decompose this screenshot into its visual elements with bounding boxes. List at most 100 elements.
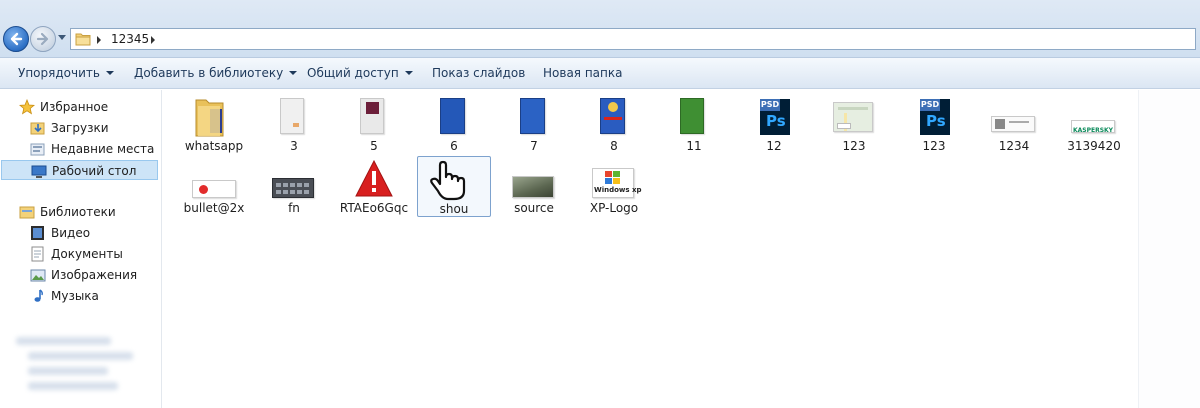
file-name: source <box>514 201 554 215</box>
file-item[interactable]: 6 <box>416 94 492 156</box>
add-to-library-menu[interactable]: Добавить в библиотеку <box>134 66 298 80</box>
psd-label: PSD <box>920 99 940 111</box>
sidebar-item-recent[interactable]: Недавние места <box>30 139 160 159</box>
sidebar-item-video[interactable]: Видео <box>30 223 160 243</box>
new-folder-button[interactable]: Новая папка <box>543 66 622 80</box>
file-item[interactable]: 5 <box>336 94 412 156</box>
video-icon <box>31 226 44 240</box>
file-item[interactable]: 1234 <box>976 94 1052 156</box>
file-name: 123 <box>842 139 866 153</box>
star-icon <box>19 99 35 115</box>
file-item[interactable]: 123 <box>816 94 892 156</box>
kaspersky-logo-text: KASPERSKY <box>1072 127 1114 134</box>
file-item[interactable]: source <box>496 156 572 218</box>
file-item[interactable]: 11 <box>656 94 732 156</box>
file-name: fn <box>288 201 300 215</box>
chevron-down-icon <box>289 71 298 75</box>
image-thumbnail-icon: KASPERSKY <box>1056 96 1132 138</box>
share-menu[interactable]: Общий доступ <box>307 66 413 80</box>
file-item[interactable]: 3 <box>256 94 332 156</box>
image-thumbnail-icon <box>336 96 412 138</box>
file-item[interactable]: RTAEo6Gqc <box>336 156 412 218</box>
image-thumbnail-icon <box>256 96 332 138</box>
map-thumbnail-icon <box>816 96 892 138</box>
sidebar-item-label: Избранное <box>40 100 109 114</box>
sidebar-item-label: Загрузки <box>51 121 109 135</box>
file-item[interactable]: 7 <box>496 94 572 156</box>
sidebar-item-music[interactable]: Музыка <box>30 286 160 306</box>
folder-icon <box>75 33 91 46</box>
navigation-pane: Избранное Загрузки Недавние места Рабочи… <box>0 90 162 408</box>
breadcrumb-separator-icon[interactable] <box>151 36 155 44</box>
warning-icon <box>355 159 393 197</box>
blurred-sidebar-items <box>16 330 146 406</box>
sidebar-item-downloads[interactable]: Загрузки <box>30 118 160 138</box>
sidebar-item-pictures[interactable]: Изображения <box>30 265 160 285</box>
arrow-left-icon <box>10 32 23 46</box>
address-bar-area: 12345 <box>0 0 1200 58</box>
sidebar-item-label: Видео <box>51 226 91 240</box>
image-thumbnail-icon <box>656 96 732 138</box>
hand-cursor-icon <box>430 160 466 201</box>
file-item[interactable]: PSD Ps 123 <box>896 94 972 156</box>
windows-xp-logo-icon: Windows xp <box>576 158 652 200</box>
file-item[interactable]: KASPERSKY 3139420 <box>1056 94 1132 156</box>
psd-file-icon: PSD Ps <box>736 96 812 138</box>
image-thumbnail-icon <box>496 96 572 138</box>
file-item[interactable]: shou <box>417 156 491 217</box>
file-name: XP-Logo <box>589 201 639 215</box>
keyboard-thumbnail-icon <box>256 158 332 200</box>
file-name: RTAEo6Gqc <box>339 201 409 215</box>
downloads-folder-icon <box>30 122 45 135</box>
file-name: whatsapp <box>184 139 244 153</box>
file-item[interactable]: 8 <box>576 94 652 156</box>
recent-pages-dropdown[interactable] <box>58 35 66 40</box>
breadcrumb-folder[interactable]: 12345 <box>111 32 149 46</box>
file-item[interactable]: fn <box>256 156 332 218</box>
file-name: 1234 <box>998 139 1030 153</box>
sidebar-item-label: Библиотеки <box>40 205 116 219</box>
share-label: Общий доступ <box>307 66 399 80</box>
chevron-down-icon <box>105 71 114 75</box>
file-name: 123 <box>922 139 946 153</box>
breadcrumb-separator-icon[interactable] <box>97 36 101 44</box>
psd-file-icon: PSD Ps <box>896 96 972 138</box>
address-box[interactable]: 12345 <box>70 28 1196 50</box>
red-bullet-icon <box>176 158 252 200</box>
file-item[interactable]: whatsapp <box>176 94 252 156</box>
ps-glyph: Ps <box>766 112 786 130</box>
ps-glyph: Ps <box>926 112 946 130</box>
file-name: 8 <box>610 139 618 153</box>
sidebar-item-favorites[interactable]: Избранное <box>19 97 159 117</box>
file-name: 3139420 <box>1067 139 1121 153</box>
pictures-icon <box>30 269 46 282</box>
file-name: shou <box>439 202 469 216</box>
file-item[interactable]: bullet@2x <box>176 156 252 218</box>
organize-menu[interactable]: Упорядочить <box>18 66 114 80</box>
forward-button[interactable] <box>30 26 56 52</box>
file-item[interactable]: PSD Ps 12 <box>736 94 812 156</box>
image-thumbnail-icon <box>416 96 492 138</box>
file-item[interactable]: Windows xp XP-Logo <box>576 156 652 218</box>
sidebar-item-label: Рабочий стол <box>52 164 137 178</box>
chevron-down-icon <box>404 71 413 75</box>
add-to-library-label: Добавить в библиотеку <box>134 66 284 80</box>
sidebar-item-desktop[interactable]: Рабочий стол <box>1 160 158 180</box>
recent-places-icon <box>30 143 45 156</box>
organize-label: Упорядочить <box>18 66 100 80</box>
file-name: bullet@2x <box>183 201 245 215</box>
arrow-right-icon <box>36 32 49 46</box>
command-bar: Упорядочить Добавить в библиотеку Общий … <box>0 58 1200 89</box>
photo-thumbnail-icon <box>496 158 572 200</box>
back-button[interactable] <box>3 26 29 52</box>
file-name: 5 <box>370 139 378 153</box>
sidebar-item-libraries[interactable]: Библиотеки <box>19 202 159 222</box>
slideshow-button[interactable]: Показ слайдов <box>432 66 525 80</box>
file-name: 7 <box>530 139 538 153</box>
details-pane-edge <box>1138 90 1200 408</box>
sidebar-item-documents[interactable]: Документы <box>30 244 160 264</box>
sidebar-item-label: Музыка <box>51 289 99 303</box>
desktop-icon <box>31 165 47 178</box>
file-name: 11 <box>686 139 702 153</box>
music-note-icon <box>34 289 43 302</box>
